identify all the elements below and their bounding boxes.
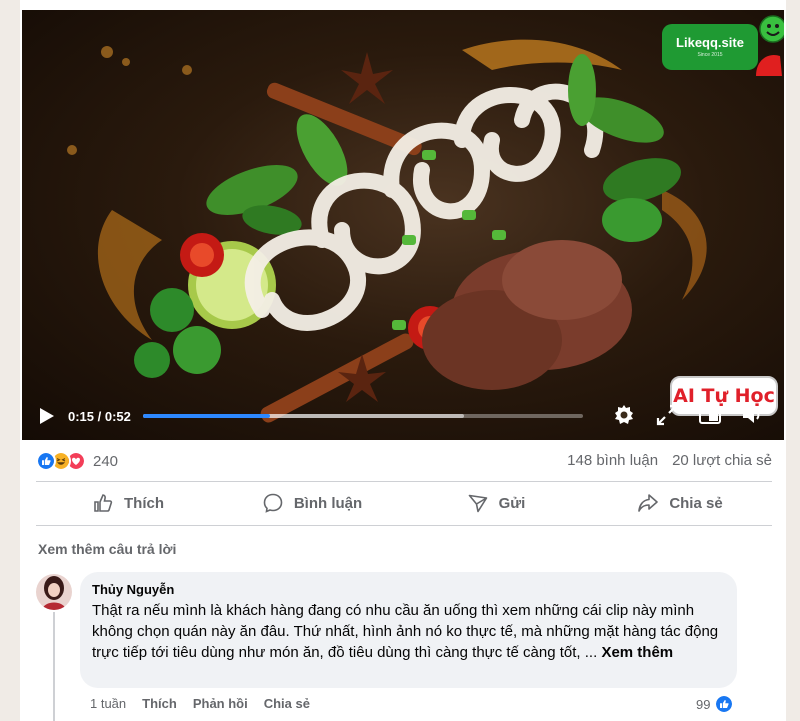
- comment-label: Bình luận: [293, 494, 363, 512]
- video-player[interactable]: Likeqq.site Since 2015 AI Tự Học 0:15 / …: [22, 10, 784, 440]
- comment-like-count[interactable]: 99: [696, 694, 735, 714]
- play-icon[interactable]: [36, 406, 56, 426]
- video-progress-bar[interactable]: [143, 414, 583, 418]
- smiley-face-icon: [759, 15, 784, 43]
- comment-like-link[interactable]: Thích: [142, 696, 177, 711]
- share-label: Chia sẻ: [669, 494, 723, 512]
- brand-since: Since 2015: [697, 52, 723, 58]
- expand-icon[interactable]: [656, 404, 678, 426]
- comment-bubble-icon: [263, 493, 283, 513]
- like-label: Thích: [124, 494, 164, 512]
- send-label: Gửi: [498, 494, 526, 512]
- comment-reply-link[interactable]: Phản hồi: [193, 696, 248, 711]
- comment-footer: 1 tuần Thích Phản hồi Chia sẻ: [90, 696, 310, 711]
- send-button[interactable]: Gửi: [404, 482, 588, 524]
- video-controls: 0:15 / 0:52: [22, 392, 784, 440]
- comment-button[interactable]: Bình luận: [220, 482, 404, 524]
- share-count-link[interactable]: 20 lượt chia sẻ: [672, 452, 772, 469]
- share-arrow-icon: [638, 494, 659, 512]
- comment-bubble: Thủy Nguyễn Thật ra nếu mình là khách hà…: [80, 572, 737, 688]
- send-icon: [468, 494, 487, 513]
- divider-bottom: [36, 525, 772, 526]
- volume-icon[interactable]: [740, 404, 764, 426]
- post-stats: 148 bình luận 20 lượt chia sẻ: [567, 452, 772, 469]
- like-button[interactable]: Thích: [36, 482, 220, 524]
- comment-like-reaction-icon: [714, 694, 735, 714]
- reply-thread-line: [53, 612, 55, 721]
- comment-text: Thật ra nếu mình là khách hàng đang có n…: [92, 600, 725, 663]
- comment-like-count-value: 99: [696, 696, 711, 712]
- comment-count-link[interactable]: 148 bình luận: [567, 452, 658, 469]
- share-button[interactable]: Chia sẻ: [588, 482, 772, 524]
- brand-watermark: Likeqq.site Since 2015: [662, 14, 784, 76]
- post-card: Likeqq.site Since 2015 AI Tự Học 0:15 / …: [20, 0, 786, 721]
- see-more-replies-link[interactable]: Xem thêm câu trả lời: [38, 541, 176, 557]
- see-more-link[interactable]: Xem thêm: [601, 644, 673, 661]
- like-reaction-icon: [36, 451, 56, 471]
- reaction-count: 240: [93, 452, 119, 470]
- pip-icon[interactable]: [698, 404, 722, 426]
- brand-logo-box: Likeqq.site Since 2015: [662, 24, 758, 70]
- user-avatar-image: [36, 574, 72, 610]
- settings-gear-icon[interactable]: [612, 403, 636, 427]
- video-progress-fill: [143, 414, 270, 418]
- red-badge-icon: [756, 54, 782, 76]
- post-action-bar: Thích Bình luận Gửi Chia sẻ: [36, 482, 772, 524]
- reaction-summary[interactable]: 240: [36, 448, 118, 474]
- comment-share-link[interactable]: Chia sẻ: [264, 696, 310, 711]
- comment-author[interactable]: Thủy Nguyễn: [92, 582, 725, 597]
- thumbs-up-icon: [94, 494, 113, 512]
- avatar[interactable]: [36, 574, 72, 610]
- pho-food-image: [67, 39, 707, 423]
- comment-time[interactable]: 1 tuần: [90, 696, 126, 711]
- brand-name: Likeqq.site: [676, 35, 744, 50]
- video-time: 0:15 / 0:52: [68, 409, 131, 424]
